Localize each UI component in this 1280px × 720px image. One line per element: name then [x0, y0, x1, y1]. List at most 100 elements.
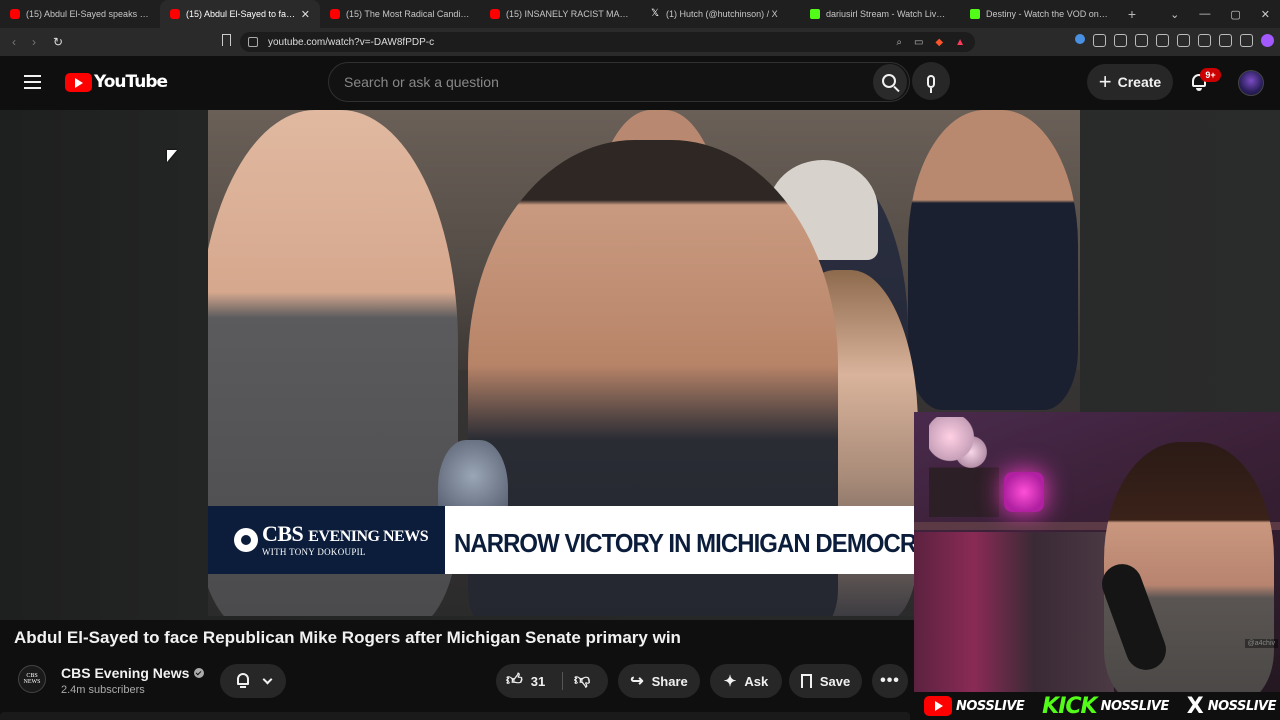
ask-label: Ask — [744, 673, 769, 689]
more-actions-button[interactable]: ••• — [872, 664, 908, 698]
browser-tab[interactable]: (15) The Most Radical Candidate in — [320, 0, 480, 28]
sparkle-icon: ✦ — [723, 673, 737, 690]
video-title: Abdul El-Sayed to face Republican Mike R… — [14, 628, 681, 647]
tab-label: (15) Abdul El-Sayed to face Rep — [186, 9, 297, 19]
account-avatar[interactable] — [1238, 70, 1264, 96]
extension-icon[interactable] — [1093, 34, 1106, 47]
browser-tab[interactable]: (15) INSANELY RACIST MAGA Attac — [480, 0, 640, 28]
wallet-icon[interactable] — [1198, 34, 1211, 47]
subscribed-notifications-button[interactable] — [220, 664, 286, 698]
kick-icon — [970, 9, 980, 19]
extension-icons — [1072, 31, 1274, 47]
rewards-icon[interactable]: ▲ — [955, 37, 965, 48]
handle-text: NOSSLIVE — [1100, 698, 1170, 714]
browser-tab[interactable]: (15) Abdul El-Sayed speaks after M — [0, 0, 160, 28]
search-input[interactable] — [329, 63, 849, 101]
channel-name[interactable]: CBS Evening News — [61, 665, 205, 681]
puzzle-icon[interactable] — [1114, 34, 1127, 47]
x-icon: 𝕏 — [650, 8, 660, 19]
close-tab-icon[interactable]: ✕ — [301, 8, 310, 21]
youtube-logo[interactable]: YouTube — [65, 72, 168, 92]
share-label: Share — [651, 673, 688, 689]
browser-tab-active[interactable]: (15) Abdul El-Sayed to face Rep ✕ — [160, 0, 320, 28]
search-button[interactable] — [873, 64, 907, 100]
create-label: Create — [1117, 74, 1162, 90]
description-box-edge — [0, 712, 910, 720]
tab-label: Destiny - Watch the VOD on Kick — [986, 9, 1110, 19]
voice-search-button[interactable] — [912, 62, 950, 100]
kick-icon — [810, 9, 820, 19]
extension-icon[interactable] — [1072, 31, 1088, 47]
bell-icon — [236, 673, 250, 689]
youtube-icon — [170, 9, 180, 19]
profile-icon[interactable] — [1261, 34, 1274, 47]
brave-shield-icon[interactable]: ◆ — [935, 37, 943, 48]
ask-button[interactable]: ✦ Ask — [710, 664, 782, 698]
tab-search-icon[interactable]: ⌄ — [1170, 8, 1179, 21]
streamer-webcam: @a4chiv — [914, 412, 1280, 692]
music-icon[interactable] — [1156, 34, 1169, 47]
reload-icon[interactable]: ↻ — [48, 35, 68, 49]
subscriber-count: 2.4m subscribers — [61, 684, 145, 696]
bookmark-icon[interactable] — [222, 34, 231, 46]
close-window-icon[interactable]: ✕ — [1261, 8, 1270, 21]
site-info-icon[interactable] — [248, 37, 258, 47]
video-frame-figure — [908, 110, 1078, 410]
x-handle: X NOSSLIVE — [1186, 693, 1277, 719]
youtube-icon — [330, 9, 340, 19]
notification-badge: 9+ — [1200, 68, 1221, 82]
save-label: Save — [819, 673, 851, 689]
tab-label: (15) INSANELY RACIST MAGA Attac — [506, 9, 630, 19]
youtube-play-icon — [65, 72, 92, 92]
kick-handle: KICK NOSSLIVE — [1042, 694, 1169, 719]
browser-tab[interactable]: Destiny - Watch the VOD on Kick — [960, 0, 1120, 28]
new-tab-button[interactable]: + — [1120, 6, 1144, 22]
youtube-handle: NOSSLIVE — [924, 696, 1025, 716]
cbs-network: CBS — [262, 520, 304, 546]
kick-icon: KICK — [1042, 693, 1097, 719]
cbs-eye-icon — [234, 528, 258, 552]
download-icon[interactable] — [1135, 34, 1148, 47]
extension-icon[interactable] — [1219, 34, 1232, 47]
cast-icon[interactable]: ▭ — [914, 37, 923, 48]
like-divider — [562, 672, 563, 690]
like-count[interactable]: 31 — [531, 674, 545, 689]
plus-icon: + — [1098, 69, 1112, 94]
zoom-icon[interactable]: ⌕ — [896, 37, 902, 48]
channel-avatar[interactable]: CBS NEWS — [18, 665, 46, 693]
address-bar[interactable]: youtube.com/watch?v=-DAW8fPDP-c ⌕ ▭ ◆ ▲ — [240, 32, 975, 52]
like-dislike-group: 👍︎ 31 👎︎ — [496, 664, 608, 698]
browser-tab[interactable]: dariusirl Stream - Watch Live on Kic — [800, 0, 960, 28]
bookmark-icon — [800, 674, 812, 693]
back-icon[interactable]: ‹ — [4, 35, 24, 49]
search-icon — [881, 73, 896, 88]
browser-tab[interactable]: 𝕏 (1) Hutch (@hutchinson) / X — [640, 0, 800, 28]
dislike-icon[interactable]: 👎︎ — [574, 673, 590, 689]
forward-icon[interactable]: › — [24, 35, 44, 49]
browser-tab-strip: (15) Abdul El-Sayed speaks after M (15) … — [0, 0, 1280, 28]
cbs-anchor: WITH TONY DOKOUPIL — [262, 546, 366, 557]
cbs-program: EVENING NEWS — [308, 527, 429, 545]
youtube-icon — [10, 9, 20, 19]
social-handles-bar: NOSSLIVE KICK NOSSLIVE X NOSSLIVE — [920, 692, 1280, 720]
shield-icon[interactable] — [1240, 34, 1253, 47]
news-headline: NARROW VICTORY IN MICHIGAN DEMOCRATIC — [454, 528, 914, 558]
minimize-icon[interactable]: — — [1199, 8, 1210, 20]
create-button[interactable]: + Create — [1087, 64, 1173, 100]
maximize-icon[interactable]: ▢ — [1230, 8, 1240, 21]
webcam-posters — [914, 532, 1114, 692]
save-button[interactable]: Save — [789, 664, 862, 698]
like-icon[interactable]: 👍︎ — [506, 673, 523, 689]
webcam-decor — [929, 417, 999, 517]
mouse-cursor-icon — [167, 150, 177, 162]
x-icon: X — [1186, 693, 1204, 719]
chevron-down-icon — [262, 674, 272, 684]
cbs-logo-block: CBS EVENING NEWS WITH TONY DOKOUPIL — [208, 506, 445, 574]
sidebar-icon[interactable] — [1177, 34, 1190, 47]
search-box — [328, 62, 910, 102]
menu-icon[interactable] — [24, 75, 41, 89]
webcam-watermark: @a4chiv — [1244, 639, 1278, 648]
share-button[interactable]: ↪ Share — [618, 664, 700, 698]
tab-label: (15) The Most Radical Candidate in — [346, 9, 470, 19]
youtube-icon — [490, 9, 500, 19]
